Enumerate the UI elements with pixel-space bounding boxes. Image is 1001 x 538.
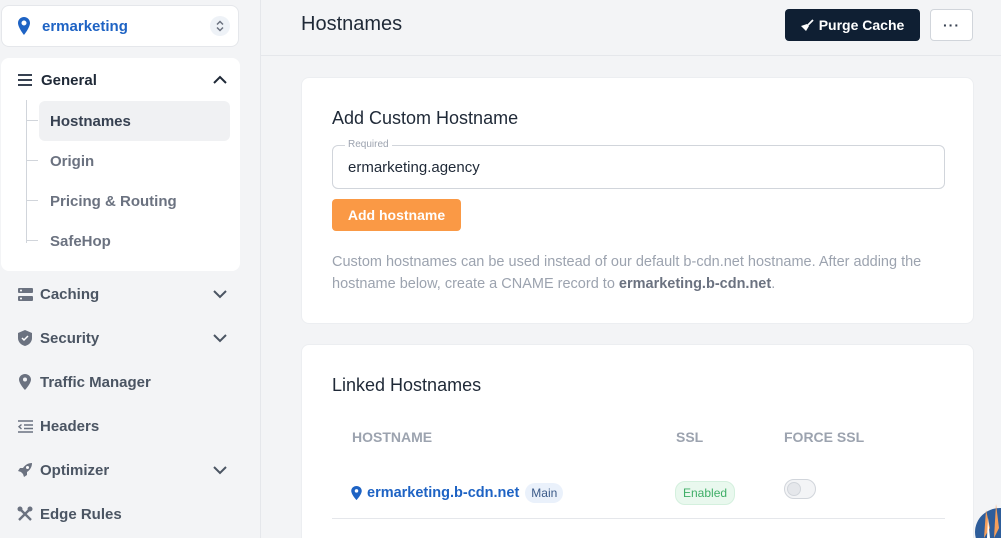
add-hostname-title: Add Custom Hostname (332, 108, 519, 128)
list-indent-icon (17, 418, 33, 434)
sidebar-item-label: Optimizer (40, 461, 110, 479)
location-pin-icon (351, 486, 362, 500)
rocket-icon (17, 462, 33, 478)
sidebar-item-label: Edge Rules (40, 505, 122, 523)
sidebar-item-traffic-manager[interactable]: Traffic Manager (17, 370, 229, 394)
column-header-force-ssl: FORCE SSL (784, 429, 865, 445)
tools-icon (17, 506, 33, 522)
sidebar-item-label: Hostnames (50, 112, 131, 130)
menu-icon (18, 74, 32, 86)
zone-selector[interactable]: ermarketing (1, 5, 239, 47)
broom-icon (800, 18, 814, 31)
main-badge: Main (525, 483, 564, 503)
page-header: Hostnames Purge Cache ··· (261, 0, 1001, 56)
column-header-ssl: SSL (676, 429, 704, 445)
mascot-avatar[interactable] (974, 498, 1001, 538)
chevron-up-icon (213, 75, 227, 84)
sidebar-item-optimizer[interactable]: Optimizer (17, 458, 229, 482)
sidebar-item-origin[interactable]: Origin (26, 141, 230, 181)
general-section: General Hostnames Origin Pricing & Routi… (1, 58, 240, 271)
cname-target: ermarketing.b-cdn.net (618, 276, 772, 292)
purge-cache-button[interactable]: Purge Cache (785, 9, 920, 41)
sidebar-item-safehop[interactable]: SafeHop (26, 221, 230, 261)
server-icon (17, 286, 33, 302)
hostname-cell: ermarketing.b-cdn.net Main (351, 483, 564, 503)
help-text: Custom hostnames can be used instead of … (332, 254, 922, 292)
general-header[interactable]: General (18, 70, 228, 90)
page-title: Hostnames (301, 13, 403, 35)
add-hostname-card: Add Custom Hostname Required Add hostnam… (301, 77, 974, 324)
chevron-down-icon (213, 334, 227, 343)
tree-line (26, 100, 27, 243)
more-options-button[interactable]: ··· (930, 9, 973, 41)
hostname-field[interactable]: Required (332, 139, 945, 189)
toggle-knob (787, 482, 801, 496)
sidebar-item-label: Traffic Manager (40, 373, 151, 391)
sidebar-item-label: Caching (40, 285, 100, 303)
field-label: Required (345, 139, 392, 150)
sidebar: ermarketing General Hostnames Origin Pri… (0, 0, 261, 538)
chevron-down-icon (213, 290, 227, 299)
force-ssl-toggle[interactable] (784, 479, 816, 499)
sidebar-item-label: Pricing & Routing (50, 192, 177, 210)
location-pin-icon (18, 17, 30, 35)
linked-hostnames-title: Linked Hostnames (332, 375, 482, 395)
ssl-status-badge: Enabled (675, 481, 736, 505)
sidebar-item-hostnames[interactable]: Hostnames (26, 101, 230, 141)
sidebar-item-label: Origin (50, 152, 95, 170)
shield-icon (17, 330, 33, 346)
sidebar-item-label: SafeHop (50, 232, 111, 250)
table-row: ermarketing.b-cdn.net Main Enabled (332, 469, 945, 519)
select-arrows-icon (210, 16, 230, 36)
purge-cache-label: Purge Cache (818, 17, 905, 33)
sidebar-item-label: Security (40, 329, 100, 347)
location-pin-icon (17, 374, 33, 390)
sidebar-item-edge-rules[interactable]: Edge Rules (17, 502, 229, 526)
sidebar-item-caching[interactable]: Caching (17, 282, 229, 306)
sidebar-item-label: Headers (40, 417, 100, 435)
zone-name: ermarketing (42, 17, 128, 35)
sidebar-item-pricing-routing[interactable]: Pricing & Routing (26, 181, 230, 221)
sidebar-item-headers[interactable]: Headers (17, 414, 229, 438)
add-hostname-button[interactable]: Add hostname (332, 199, 461, 231)
column-header-hostname: HOSTNAME (352, 429, 433, 445)
hostname-link[interactable]: ermarketing.b-cdn.net (367, 485, 519, 501)
chevron-down-icon (213, 466, 227, 475)
ellipsis-icon: ··· (943, 17, 960, 33)
hostname-input[interactable] (333, 146, 944, 188)
sidebar-item-security[interactable]: Security (17, 326, 229, 350)
general-label: General (41, 71, 97, 89)
linked-hostnames-card: Linked Hostnames HOSTNAME SSL FORCE SSL … (301, 344, 974, 538)
